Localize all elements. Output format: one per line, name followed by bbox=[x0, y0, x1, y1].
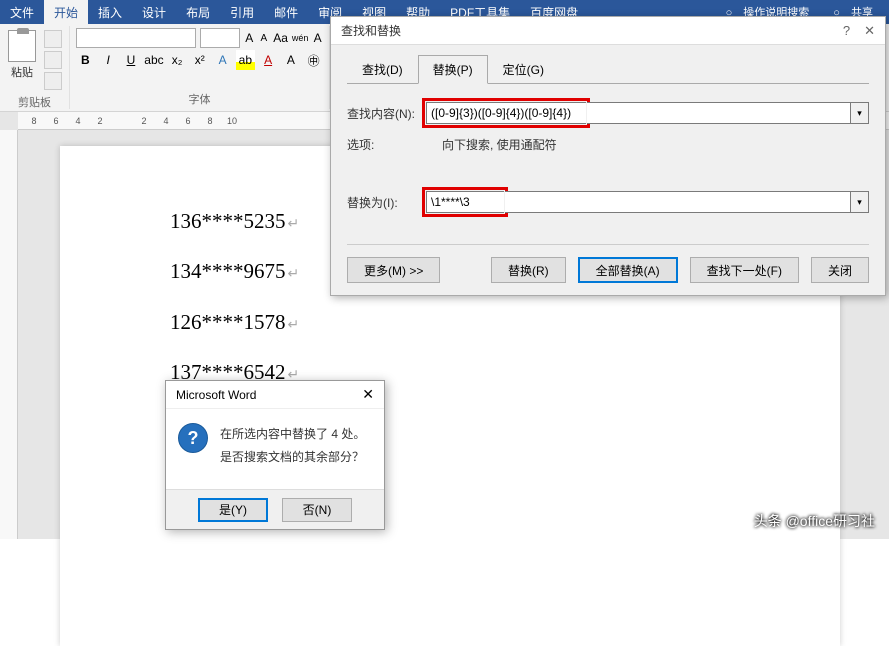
change-case-button[interactable]: Aa bbox=[273, 28, 288, 48]
menu-home[interactable]: 开始 bbox=[44, 0, 88, 25]
msgbox-close-icon[interactable]: ✕ bbox=[362, 386, 374, 403]
menu-design[interactable]: 设计 bbox=[132, 0, 176, 25]
find-dropdown-icon[interactable]: ▾ bbox=[851, 102, 869, 124]
question-icon: ? bbox=[178, 423, 208, 453]
grow-font-button[interactable]: A bbox=[244, 28, 255, 48]
underline-button[interactable]: U bbox=[122, 50, 141, 70]
highlight-button[interactable]: ab bbox=[236, 50, 255, 70]
find-next-button[interactable]: 查找下一处(F) bbox=[690, 257, 799, 283]
shrink-font-button[interactable]: A bbox=[259, 28, 270, 48]
text-line[interactable]: 126****1578 bbox=[170, 297, 730, 347]
replace-dropdown-icon[interactable]: ▾ bbox=[851, 191, 869, 213]
replace-label: 替换为(I): bbox=[347, 194, 422, 211]
menu-file[interactable]: 文件 bbox=[0, 0, 44, 25]
replace-input-ext[interactable] bbox=[505, 191, 851, 213]
format-painter-icon[interactable] bbox=[44, 72, 62, 90]
yes-button[interactable]: 是(Y) bbox=[198, 498, 268, 522]
clipboard-icon bbox=[8, 30, 36, 62]
menu-insert[interactable]: 插入 bbox=[88, 0, 132, 25]
font-color-button[interactable]: A bbox=[259, 50, 278, 70]
strikethrough-button[interactable]: abc bbox=[144, 50, 163, 70]
more-button[interactable]: 更多(M) >> bbox=[347, 257, 440, 283]
dialog-title-text: 查找和替换 bbox=[341, 22, 401, 39]
font-name-select[interactable] bbox=[76, 28, 196, 48]
replace-button[interactable]: 替换(R) bbox=[491, 257, 566, 283]
font-group-label: 字体 bbox=[76, 89, 323, 107]
message-box: Microsoft Word ✕ ? 在所选内容中替换了 4 处。 是否搜索文档… bbox=[165, 380, 385, 530]
phonetic-button[interactable]: wén bbox=[292, 28, 309, 48]
superscript-button[interactable]: x² bbox=[190, 50, 209, 70]
italic-button[interactable]: I bbox=[99, 50, 118, 70]
msgbox-title-text: Microsoft Word bbox=[176, 388, 256, 402]
replace-all-button[interactable]: 全部替换(A) bbox=[578, 257, 678, 283]
cut-icon[interactable] bbox=[44, 30, 62, 48]
replace-input[interactable] bbox=[426, 191, 504, 213]
watermark: 头条 @office研习社 bbox=[754, 511, 875, 531]
tab-find[interactable]: 查找(D) bbox=[347, 55, 418, 84]
clipboard-group-label: 剪贴板 bbox=[6, 92, 63, 110]
dialog-tabs: 查找(D) 替换(P) 定位(G) bbox=[347, 55, 869, 84]
options-value: 向下搜索, 使用通配符 bbox=[422, 136, 557, 153]
menu-mailings[interactable]: 邮件 bbox=[264, 0, 308, 25]
char-shading-button[interactable]: A bbox=[281, 50, 300, 70]
subscript-button[interactable]: x₂ bbox=[168, 50, 187, 70]
tab-replace[interactable]: 替换(P) bbox=[418, 55, 488, 84]
find-label: 查找内容(N): bbox=[347, 105, 422, 122]
dialog-titlebar[interactable]: 查找和替换 ? ✕ bbox=[331, 17, 885, 45]
font-size-select[interactable] bbox=[200, 28, 240, 48]
vertical-ruler[interactable] bbox=[0, 130, 18, 539]
dialog-close-icon[interactable]: ✕ bbox=[864, 23, 875, 39]
enclose-chars-button[interactable]: ㊥ bbox=[304, 50, 323, 70]
find-input[interactable] bbox=[426, 102, 586, 124]
paste-button[interactable]: 粘贴 bbox=[6, 28, 38, 82]
close-button[interactable]: 关闭 bbox=[811, 257, 869, 283]
find-replace-dialog: 查找和替换 ? ✕ 查找(D) 替换(P) 定位(G) 查找内容(N): ▾ 选… bbox=[330, 16, 886, 296]
bold-button[interactable]: B bbox=[76, 50, 95, 70]
menu-references[interactable]: 引用 bbox=[220, 0, 264, 25]
copy-icon[interactable] bbox=[44, 51, 62, 69]
find-input-ext[interactable] bbox=[587, 102, 851, 124]
msgbox-text: 在所选内容中替换了 4 处。 是否搜索文档的其余部分？ bbox=[220, 423, 365, 469]
dialog-help-icon[interactable]: ? bbox=[843, 23, 850, 39]
clear-format-button[interactable]: A bbox=[312, 28, 323, 48]
tab-goto[interactable]: 定位(G) bbox=[488, 55, 559, 84]
menu-layout[interactable]: 布局 bbox=[176, 0, 220, 25]
options-label: 选项: bbox=[347, 136, 422, 153]
text-effects-button[interactable]: A bbox=[213, 50, 232, 70]
no-button[interactable]: 否(N) bbox=[282, 498, 352, 522]
msgbox-titlebar[interactable]: Microsoft Word ✕ bbox=[166, 381, 384, 409]
